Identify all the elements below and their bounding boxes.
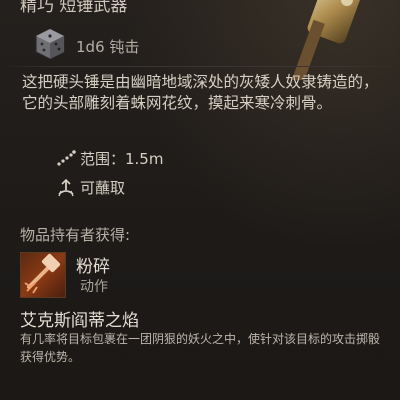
dippable-icon [58,178,74,197]
section-divider [0,66,400,67]
feature-description: 有几率将目标包裹在一团阴狠的妖火之中，使针对该目标的攻击掷骰获得优势。 [20,332,381,364]
smash-action-icon[interactable] [20,252,66,298]
item-header-title: 精巧 短锤武器 [20,0,128,16]
range-icon [57,150,76,166]
item-description: 这把硬头锤是由幽暗地域深处的灰矮人奴隶铸造的，它的头部雕刻着蛛网花纹，摸起来寒冷… [22,73,379,112]
warhammer-art-icon [289,0,363,80]
owner-section-title: 物品持有者获得: [20,226,131,244]
damage-value: 1d6 钝击 [76,38,140,56]
action-name: 粉碎 [76,257,110,277]
item-tooltip-panel: 精巧 短锤武器 1d6 钝击 这把硬头锤是由幽暗地域深处的灰矮人奴隶铸造的，它的… [0,0,400,400]
property-dippable-text: 可蘸取 [80,179,126,197]
property-range-text: 范围：1.5m [80,150,164,168]
action-type: 动作 [80,279,108,295]
feature-title: 艾克斯阎蒂之焰 [20,311,139,331]
d6-die-icon [35,28,65,60]
